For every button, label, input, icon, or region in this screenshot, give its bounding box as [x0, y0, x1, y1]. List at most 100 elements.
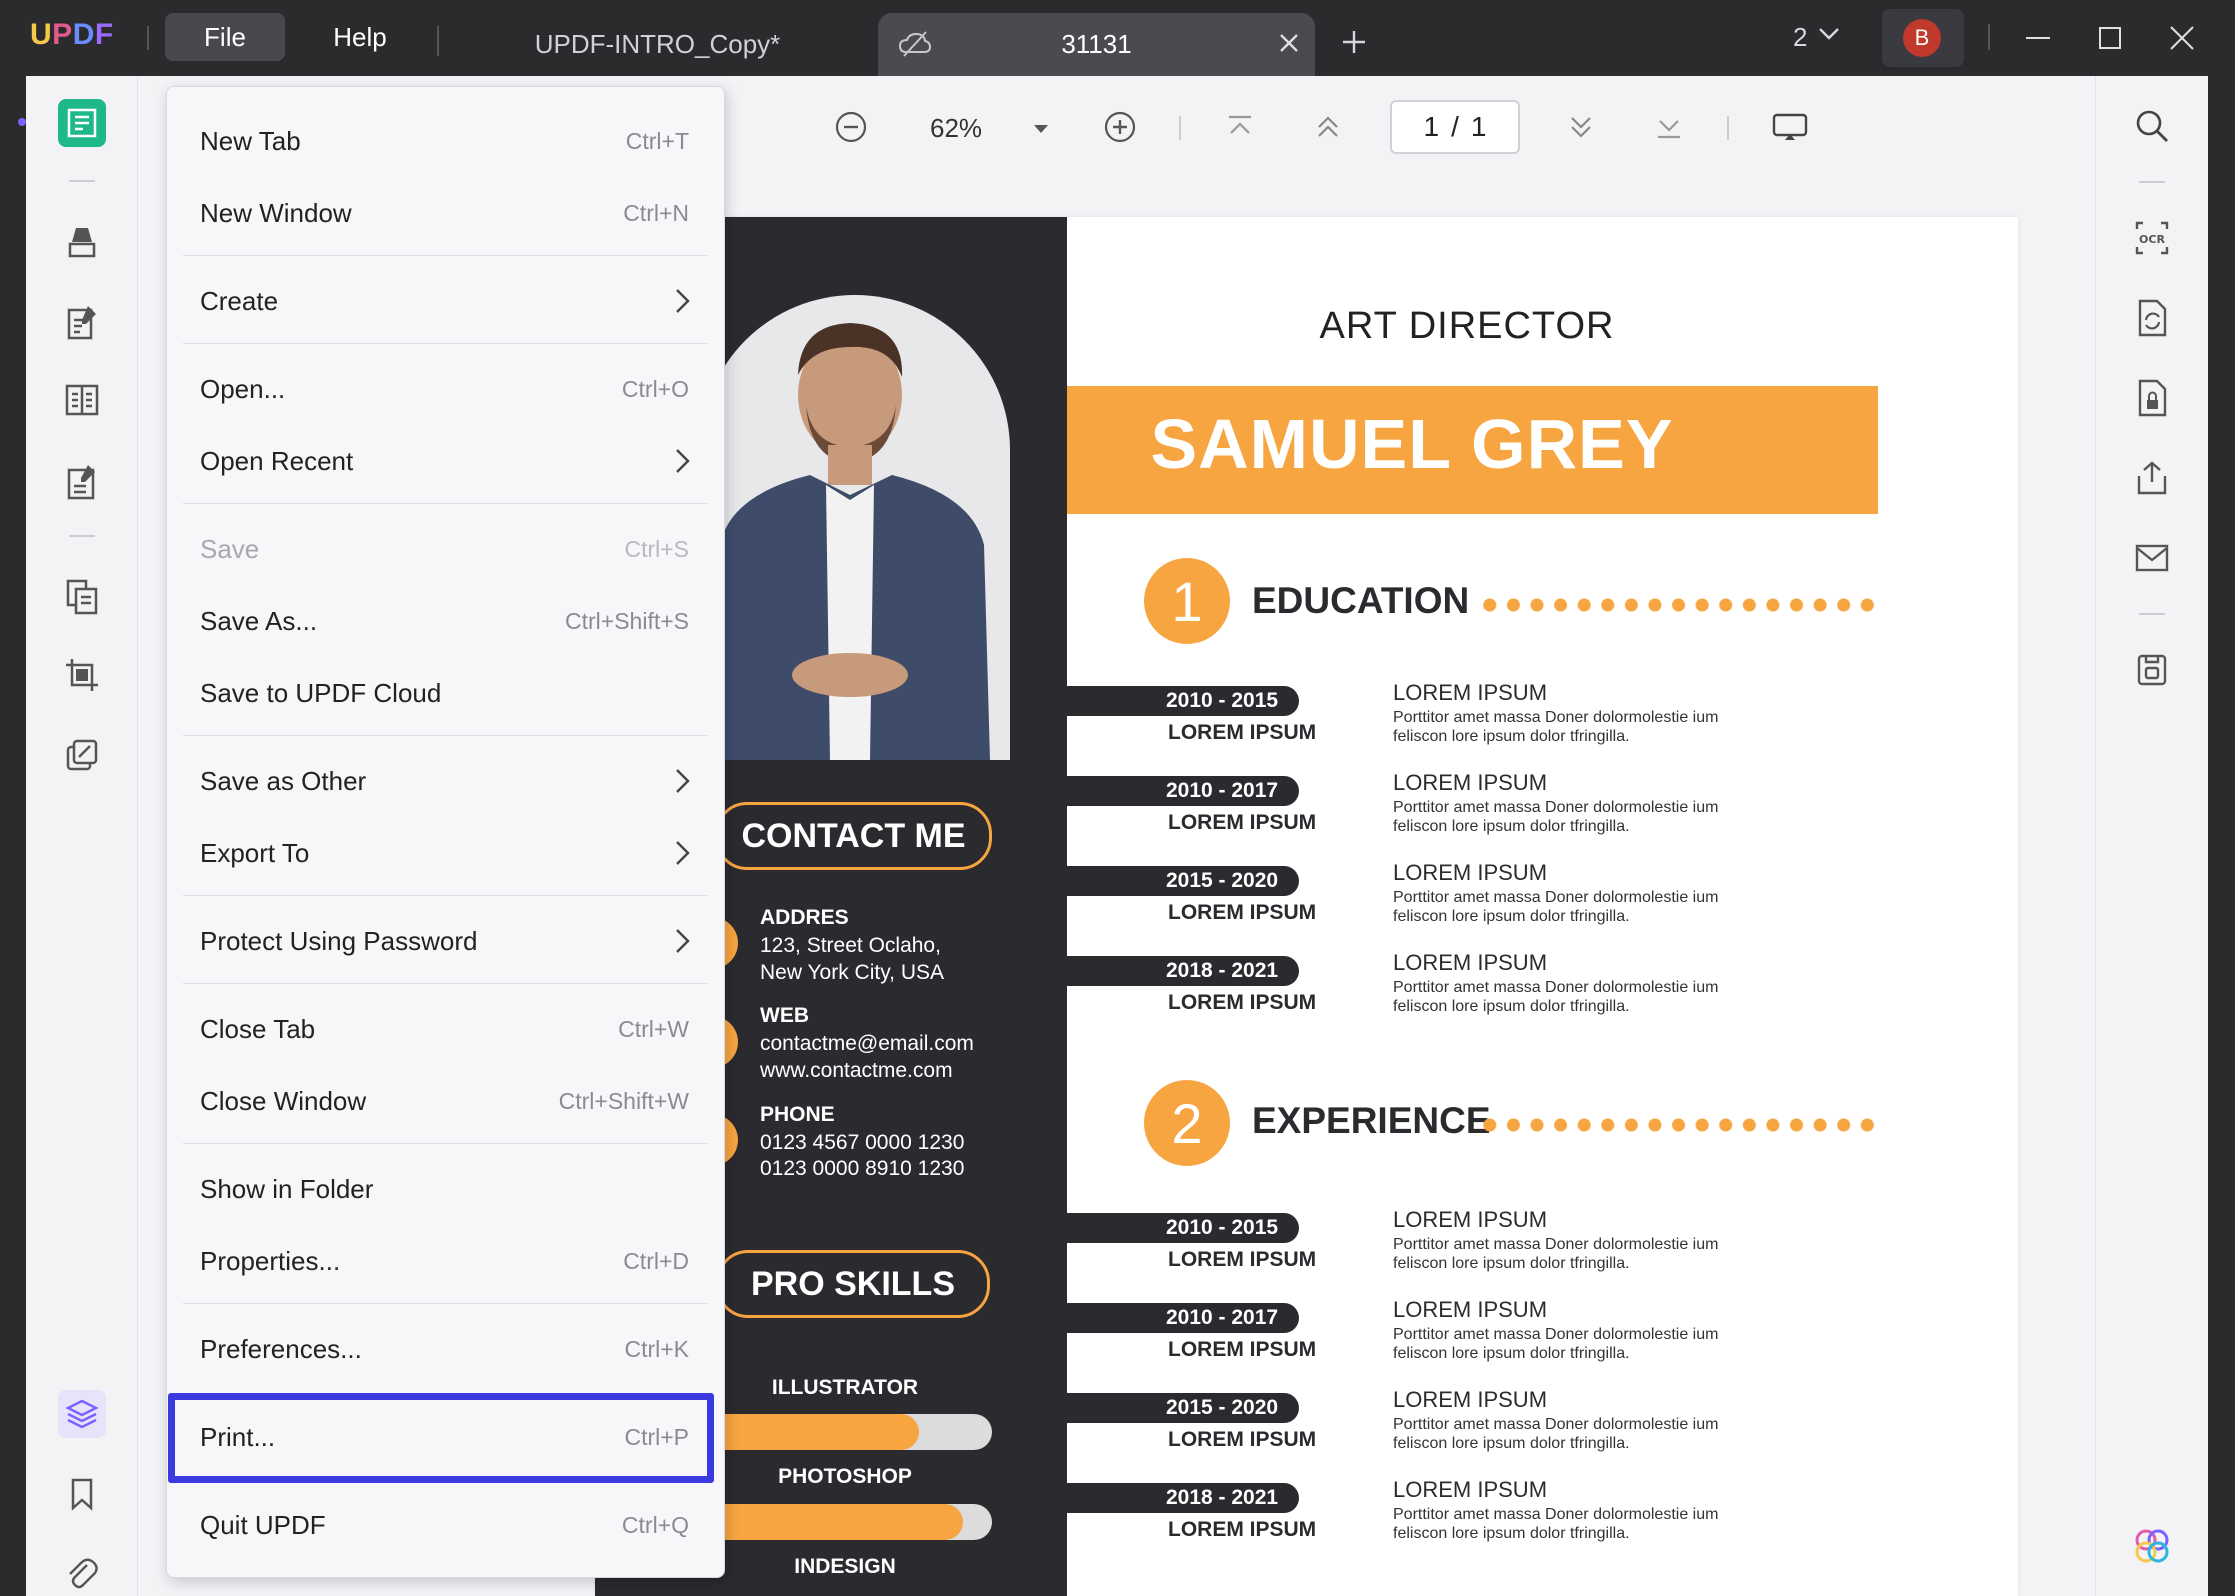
menu-shortcut: Ctrl+K [624, 1335, 689, 1362]
menu-item-properties[interactable]: Properties... Ctrl+D [167, 1225, 724, 1297]
menu-shortcut: Ctrl+W [618, 1015, 689, 1042]
divider [69, 180, 95, 182]
menu-shortcut: Ctrl+Shift+W [558, 1087, 689, 1114]
date-pill: 2010 - 2015 [1067, 686, 1299, 716]
account-button[interactable]: B [1882, 9, 1964, 67]
ocr-icon[interactable]: OCR [2128, 214, 2176, 262]
menu-label: Save As... [200, 605, 318, 636]
edit-pdf-icon[interactable] [58, 298, 106, 346]
menu-item-preferences[interactable]: Preferences... Ctrl+K [167, 1313, 724, 1385]
window-count[interactable]: 2 [1793, 22, 1807, 53]
attachment-icon[interactable] [58, 1550, 106, 1596]
convert-icon[interactable] [2128, 294, 2176, 342]
menu-item-show-in-folder[interactable]: Show in Folder [167, 1153, 724, 1225]
zoom-in-icon[interactable] [1103, 110, 1137, 144]
share-icon[interactable] [2128, 454, 2176, 502]
zoom-dropdown-icon[interactable] [1032, 122, 1050, 140]
menu-item-close-window[interactable]: Close Window Ctrl+Shift+W [167, 1065, 724, 1137]
fill-sign-icon[interactable] [58, 458, 106, 506]
chevron-right-icon [676, 289, 690, 313]
email-icon[interactable] [2128, 534, 2176, 582]
layers-icon[interactable] [58, 1390, 106, 1438]
cloud-off-icon [898, 30, 932, 65]
entry-subtitle: LOREM IPSUM [1168, 1428, 1317, 1451]
menu-label: Protect Using Password [200, 925, 478, 956]
menu-label: Preferences... [200, 1333, 362, 1364]
address-label: ADDRES [760, 906, 849, 929]
menu-item-save-as[interactable]: Save As... Ctrl+Shift+S [167, 585, 724, 657]
menu-label: Save [200, 533, 260, 564]
left-toolbar [26, 76, 138, 1596]
previous-page-icon[interactable] [1313, 113, 1343, 141]
skill-label: ILLUSTRATOR [771, 1376, 919, 1399]
experience-number: 2 [1144, 1080, 1230, 1166]
menu-shortcut: Ctrl+S [624, 535, 689, 562]
skill-bar [700, 1414, 992, 1450]
address-line-1: 123, Street Oclaho, [760, 934, 941, 957]
menu-separator [183, 735, 707, 736]
avatar: B [1903, 19, 1941, 57]
updf-logo: UPDF [30, 18, 114, 51]
menu-item-save-as-other[interactable]: Save as Other [167, 745, 724, 817]
minimize-icon[interactable] [2014, 14, 2062, 62]
date-pill: 2018 - 2021 [1067, 956, 1299, 986]
last-page-icon[interactable] [1654, 113, 1684, 141]
divider [147, 26, 149, 50]
crop-icon[interactable] [58, 651, 106, 699]
menu-item-new-tab[interactable]: New Tab Ctrl+T [167, 105, 724, 177]
menu-item-open-recent[interactable]: Open Recent [167, 425, 724, 497]
chevron-down-icon[interactable] [1818, 26, 1840, 47]
entry-subtitle: LOREM IPSUM [1168, 1518, 1317, 1541]
zoom-out-icon[interactable] [834, 110, 868, 144]
entry-subtitle: LOREM IPSUM [1168, 811, 1317, 834]
tab-31131[interactable]: 31131 [878, 13, 1315, 76]
form-icon[interactable] [58, 376, 106, 424]
search-icon[interactable] [2128, 102, 2176, 150]
menu-label: Close Tab [200, 1013, 316, 1044]
close-window-icon[interactable] [2158, 14, 2206, 62]
menu-item-close-tab[interactable]: Close Tab Ctrl+W [167, 993, 724, 1065]
menu-item-save-to-cloud[interactable]: Save to UPDF Cloud [167, 657, 724, 729]
menu-item-new-window[interactable]: New Window Ctrl+N [167, 177, 724, 249]
menu-item-create[interactable]: Create [167, 265, 724, 337]
close-tab-icon[interactable] [1277, 31, 1301, 62]
maximize-icon[interactable] [2086, 14, 2134, 62]
tab-title: UPDF-INTRO_Copy* [534, 29, 781, 59]
file-menu-button[interactable]: File [165, 13, 285, 61]
menu-label: Open Recent [200, 445, 354, 476]
tab-updf-intro[interactable]: UPDF-INTRO_Copy* [460, 13, 855, 76]
reader-icon[interactable] [58, 99, 106, 147]
new-tab-icon[interactable] [1340, 28, 1368, 61]
menu-shortcut: Ctrl+Q [621, 1511, 689, 1538]
chevron-right-icon [676, 449, 690, 473]
menu-label: Open... [200, 373, 286, 404]
menu-item-protect-password[interactable]: Protect Using Password [167, 905, 724, 977]
date-pill: 2018 - 2021 [1067, 1483, 1299, 1513]
entry-text: Porttitor amet massa Doner dolormolestie… [1393, 1236, 1719, 1272]
skill-bar [700, 1504, 992, 1540]
menu-label: New Window [200, 197, 352, 228]
ai-assistant-icon[interactable] [2128, 1522, 2176, 1570]
save-icon[interactable] [2128, 646, 2176, 694]
menu-item-open[interactable]: Open... Ctrl+O [167, 353, 724, 425]
zoom-level[interactable]: 62% [930, 113, 982, 144]
menu-item-export-to[interactable]: Export To [167, 817, 724, 889]
skill-bar-fill [700, 1414, 919, 1450]
watermark-icon[interactable] [58, 731, 106, 779]
first-page-icon[interactable] [1225, 113, 1255, 141]
page-number-field[interactable]: 1 / 1 [1390, 100, 1520, 154]
help-menu-button[interactable]: Help [300, 13, 420, 61]
organize-pages-icon[interactable] [58, 573, 106, 621]
presentation-icon[interactable] [1772, 112, 1808, 142]
bookmark-icon[interactable] [58, 1470, 106, 1518]
page-separator: / [1451, 111, 1459, 142]
menu-separator [183, 1303, 707, 1304]
divider [2139, 613, 2165, 615]
entry-heading: LOREM IPSUM [1393, 1387, 1548, 1412]
protect-icon[interactable] [2128, 374, 2176, 422]
menu-label: Create [200, 285, 279, 316]
next-page-icon[interactable] [1566, 113, 1596, 141]
menu-item-quit[interactable]: Quit UPDF Ctrl+Q [167, 1489, 724, 1561]
menu-shortcut: Ctrl+O [621, 375, 689, 402]
highlighter-icon[interactable] [58, 218, 106, 266]
